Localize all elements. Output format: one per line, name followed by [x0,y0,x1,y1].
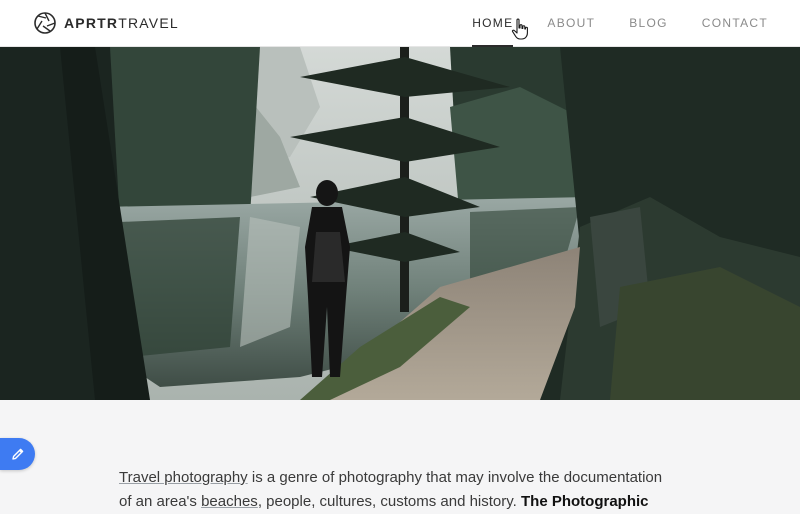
hero-image [0,47,800,400]
nav-item-about[interactable]: ABOUT [547,0,595,47]
nav-item-home[interactable]: HOME [472,0,514,47]
camera-shutter-icon [34,12,56,34]
nav-item-blog[interactable]: BLOG [629,0,668,47]
travel-photography-link[interactable]: Travel photography [119,469,248,486]
paragraph-line2-start: of an area's [119,493,202,510]
edit-button[interactable] [0,438,35,470]
nav-item-contact[interactable]: CONTACT [702,0,768,47]
brand-name-strong: APRTR [64,15,119,31]
hand-cursor-icon [511,18,528,40]
site-logo[interactable]: APRTRTRAVEL [34,12,179,34]
hero-photo [0,47,800,400]
paragraph-bold-text: The Photographic [521,493,649,510]
intro-paragraph: Travel photography is a genre of photogr… [119,466,699,514]
brand-name: APRTRTRAVEL [64,15,179,31]
paragraph-line2-mid: , people, cultures, customs and history. [257,493,521,510]
paragraph-line1: is a genre of photography that may invol… [247,469,663,486]
beaches-link[interactable]: beaches [201,493,258,510]
brand-name-light: TRAVEL [118,15,179,31]
pencil-icon [11,448,23,460]
site-header: APRTRTRAVEL HOME ABOUT BLOG CONTACT [0,0,800,47]
